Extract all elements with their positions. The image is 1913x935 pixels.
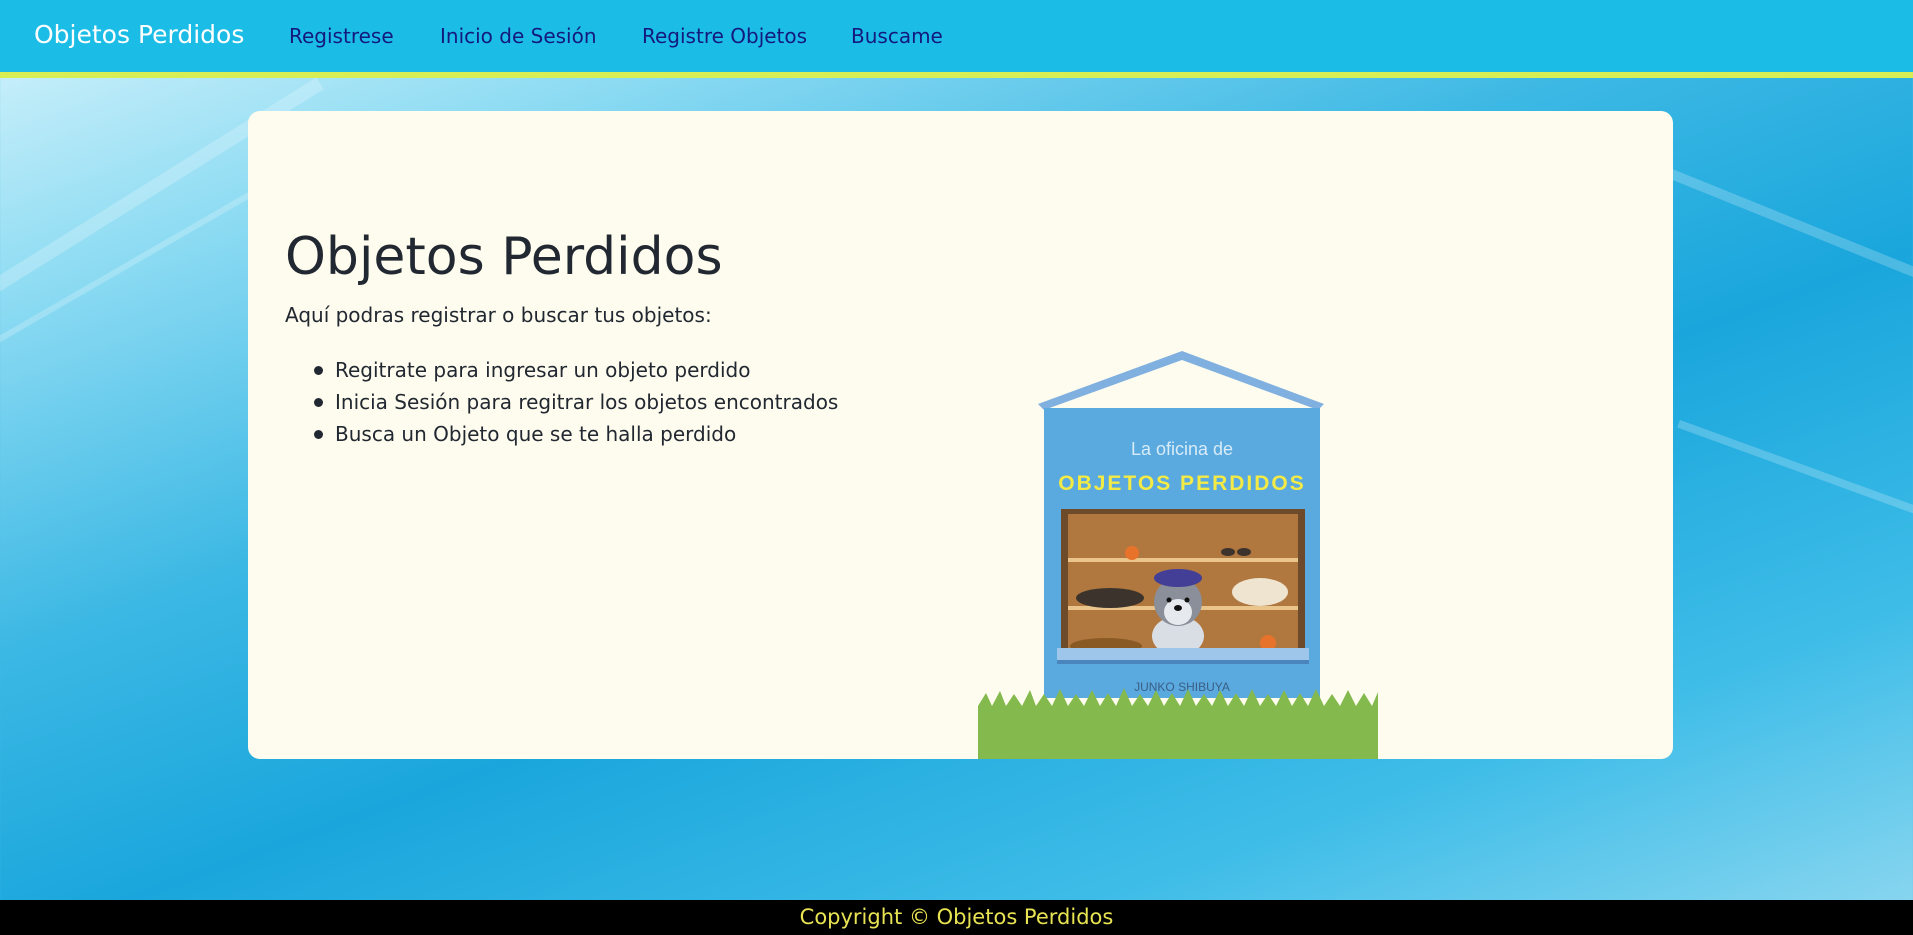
brand-link[interactable]: Objetos Perdidos xyxy=(34,20,244,49)
feature-list: Regitrate para ingresar un objeto perdid… xyxy=(285,354,838,450)
illustration-author: JUNKO SHIBUYA xyxy=(1134,680,1230,694)
illustration-kicker: La oficina de xyxy=(1131,439,1233,459)
list-item: Regitrate para ingresar un objeto perdid… xyxy=(285,354,838,386)
copyright-text: Copyright © Objetos Perdidos xyxy=(799,905,1114,929)
top-navbar: Objetos Perdidos Registrese Inicio de Se… xyxy=(0,0,1913,78)
background-streak xyxy=(0,180,273,376)
hero-lead: Aquí podras registrar o buscar tus objet… xyxy=(285,303,712,327)
nav-link-inicio-sesion[interactable]: Inicio de Sesión xyxy=(440,24,597,48)
background-streak xyxy=(1677,420,1913,565)
list-item: Busca un Objeto que se te halla perdido xyxy=(285,418,838,450)
hero-card: Objetos Perdidos Aquí podras registrar o… xyxy=(248,111,1673,759)
background-streak xyxy=(1646,160,1913,327)
page-title: Objetos Perdidos xyxy=(285,227,723,287)
nav-link-registre-objetos[interactable]: Registre Objetos xyxy=(642,24,807,48)
nav-link-buscame[interactable]: Buscame xyxy=(851,24,943,48)
page-footer: Copyright © Objetos Perdidos xyxy=(0,900,1913,935)
book-cover-illustration: La oficina de OBJETOS PERDIDOS JUNKO SHI… xyxy=(978,326,1378,759)
illustration-title: OBJETOS PERDIDOS xyxy=(1058,472,1306,495)
nav-link-registrese[interactable]: Registrese xyxy=(289,24,394,48)
list-item: Inicia Sesión para regitrar los objetos … xyxy=(285,386,838,418)
